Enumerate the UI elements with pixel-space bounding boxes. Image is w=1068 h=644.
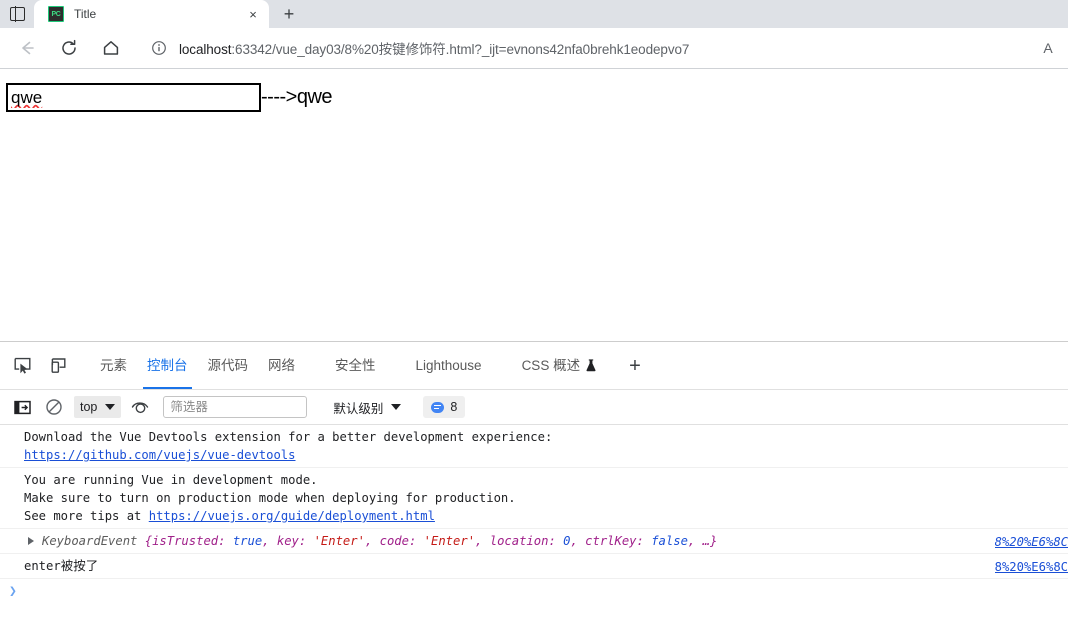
object-prop-key: code — [379, 534, 409, 548]
tab-network-label: 网络 — [268, 357, 295, 373]
tab-strip: PC Title × + — [0, 0, 1068, 28]
tab-lighthouse-label: Lighthouse — [415, 357, 482, 373]
tab-console-label: 控制台 — [147, 357, 188, 373]
tab-title: Title — [74, 7, 97, 21]
console-message[interactable]: enter被按了 8%20%E6%8C — [0, 554, 1068, 579]
address-bar-url: localhost:63342/vue_day03/8%20按键修饰符.html… — [179, 38, 1021, 58]
device-toolbar-button[interactable] — [43, 351, 73, 381]
devtools-tab-bar: 元素 控制台 源代码 网络 安全性 Lighthouse CSS 概述 + — [0, 342, 1068, 390]
object-prop-value: 'Enter' — [313, 534, 365, 548]
message-count-badge[interactable]: 8 — [423, 396, 466, 418]
execution-context-value: top — [80, 400, 98, 414]
live-expression-icon — [132, 402, 149, 414]
url-path: :63342/vue_day03/8%20按键修饰符.html?_ijt=evn… — [231, 42, 690, 57]
console-message-line: Make sure to turn on production mode whe… — [24, 491, 516, 505]
inspect-element-button[interactable] — [7, 351, 37, 381]
tab-favicon-icon: PC — [48, 6, 64, 22]
console-source-link[interactable]: 8%20%E6%8C — [995, 533, 1068, 551]
console-filter-input[interactable] — [163, 396, 308, 418]
object-prop-value: true — [232, 534, 263, 548]
object-prop-key: key — [276, 534, 299, 548]
log-level-value: 默认级别 — [333, 401, 384, 416]
tab-security-label: 安全性 — [335, 357, 376, 373]
close-icon[interactable]: × — [245, 6, 261, 22]
object-prop-key: isTrusted — [152, 534, 219, 548]
log-level-select[interactable]: 默认级别 — [329, 396, 405, 418]
chevron-down-icon — [391, 404, 402, 410]
browser-tab[interactable]: PC Title × — [34, 0, 269, 28]
tab-elements[interactable]: 元素 — [90, 343, 137, 389]
page-content-row: ---->qwe — [0, 69, 1068, 112]
devtools-panel: 元素 控制台 源代码 网络 安全性 Lighthouse CSS 概述 + to… — [0, 341, 1068, 644]
device-toolbar-icon — [51, 358, 65, 373]
tab-sources[interactable]: 源代码 — [198, 343, 259, 389]
inspect-element-icon — [14, 357, 30, 374]
info-circle-icon[interactable] — [151, 40, 167, 56]
page-viewport: ---->qwe — [0, 68, 1068, 341]
browser-chrome: PC Title × + localhost:63342/vue_day03/8… — [0, 0, 1068, 68]
console-message[interactable]: You are running Vue in development mode.… — [0, 468, 1068, 529]
console-message[interactable]: Download the Vue Devtools extension for … — [0, 425, 1068, 468]
bound-output-text: ---->qwe — [261, 86, 333, 108]
console-message-line: Download the Vue Devtools extension for … — [24, 430, 553, 444]
tab-security[interactable]: 安全性 — [325, 343, 386, 389]
console-message-text-ascii: enter — [24, 559, 61, 573]
console-prompt[interactable]: ❯ — [0, 579, 1068, 603]
tab-network[interactable]: 网络 — [258, 343, 305, 389]
message-bubble-icon — [431, 401, 445, 413]
reload-button[interactable] — [53, 32, 85, 64]
tab-sources-label: 源代码 — [207, 357, 249, 373]
url-host: localhost — [179, 42, 232, 57]
console-message-link[interactable]: https://github.com/vuejs/vue-devtools — [24, 448, 296, 462]
flask-icon — [585, 359, 597, 372]
chevron-right-icon[interactable] — [28, 537, 34, 545]
read-aloud-icon[interactable]: A — [1034, 34, 1062, 62]
tab-css-overview-label: CSS 概述 — [521, 357, 581, 373]
keyup-text-input[interactable] — [6, 83, 261, 112]
console-sidebar-icon — [13, 400, 31, 414]
object-prop-value: 'Enter' — [423, 534, 476, 548]
message-count-value: 8 — [450, 400, 458, 414]
back-button[interactable] — [11, 32, 43, 64]
panel-sidebar-icon — [9, 6, 25, 22]
live-expression-button[interactable] — [128, 394, 154, 420]
clear-console-button[interactable] — [41, 394, 67, 420]
console-message-text-cjk: 被按了 — [60, 559, 99, 573]
address-bar[interactable]: localhost:63342/vue_day03/8%20按键修饰符.html… — [140, 34, 1032, 62]
tab-console[interactable]: 控制台 — [137, 343, 198, 389]
console-message-list[interactable]: Download the Vue Devtools extension for … — [0, 425, 1068, 644]
console-source-link[interactable]: 8%20%E6%8C — [995, 558, 1068, 576]
console-message-link[interactable]: https://vuejs.org/guide/deployment.html — [149, 509, 435, 523]
object-ellipsis[interactable]: … — [703, 534, 710, 548]
reload-icon — [62, 39, 76, 55]
console-message-line: You are running Vue in development mode. — [24, 473, 318, 487]
console-message-tail: See more tips at — [24, 509, 149, 523]
home-icon — [103, 41, 119, 55]
object-prop-key: location — [489, 534, 549, 548]
object-prop-key: ctrlKey — [585, 534, 637, 548]
add-panel-button[interactable]: + — [617, 356, 653, 376]
tab-elements-label: 元素 — [100, 357, 127, 373]
back-arrow-icon — [22, 41, 34, 55]
console-sidebar-button[interactable] — [9, 394, 35, 420]
prompt-caret-icon: ❯ — [9, 584, 17, 599]
new-tab-button[interactable]: + — [275, 0, 303, 28]
tab-search-button[interactable] — [0, 0, 34, 28]
object-prop-value: false — [651, 534, 688, 548]
browser-toolbar: localhost:63342/vue_day03/8%20按键修饰符.html… — [0, 28, 1068, 68]
console-toolbar: top 默认级别 8 — [0, 390, 1068, 425]
home-button[interactable] — [95, 32, 127, 64]
tab-css-overview[interactable]: CSS 概述 — [512, 343, 608, 389]
tab-lighthouse[interactable]: Lighthouse — [406, 343, 492, 389]
object-class-name: KeyboardEvent — [42, 534, 138, 548]
chevron-down-icon — [105, 404, 116, 410]
execution-context-select[interactable]: top — [74, 396, 122, 418]
console-message-object[interactable]: KeyboardEvent {isTrusted: true, key: 'En… — [0, 529, 1068, 554]
clear-console-icon — [46, 399, 62, 415]
